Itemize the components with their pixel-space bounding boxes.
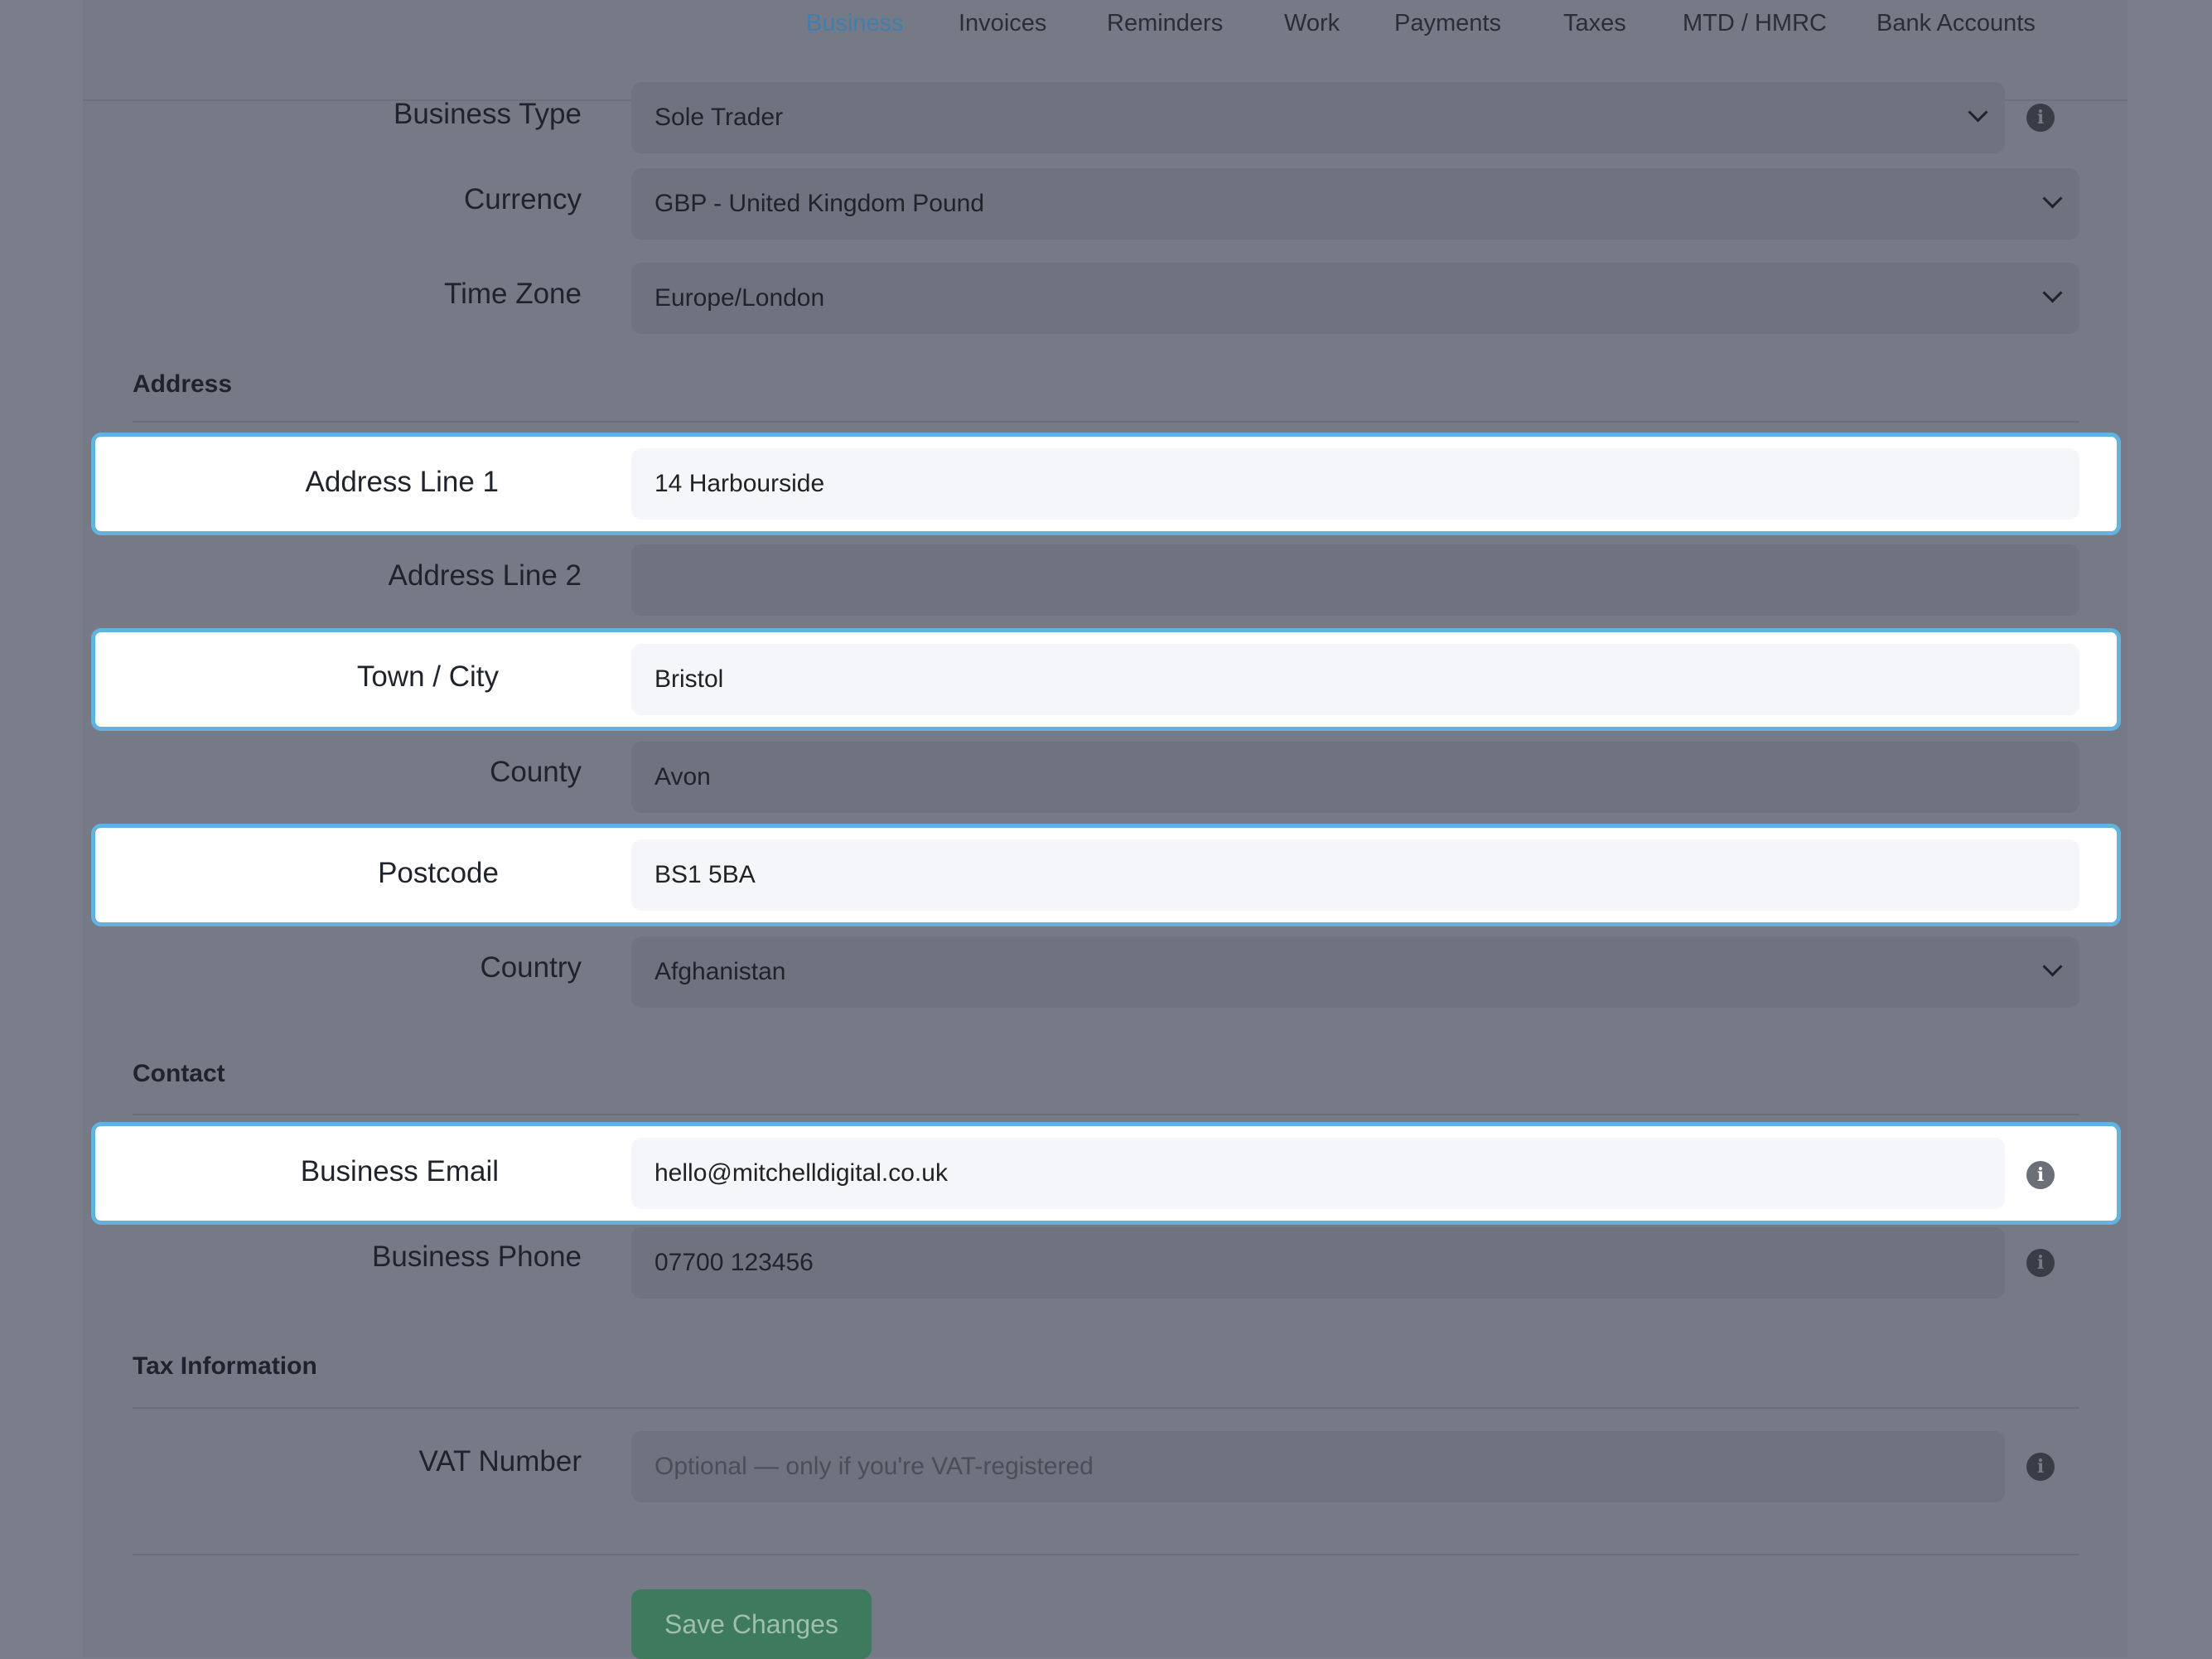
address-line2-label: Address Line 2 (388, 559, 582, 592)
town-city-value: Bristol (654, 665, 724, 693)
business-email-label: Business Email (300, 1155, 499, 1187)
postcode-row: Postcode BS1 5BA (91, 824, 2121, 926)
address-line1-input[interactable]: 14 Harbourside (631, 448, 2079, 520)
chevron-down-icon (1968, 102, 1988, 123)
postcode-value: BS1 5BA (654, 861, 756, 888)
info-icon[interactable]: i (2026, 1453, 2055, 1481)
tab-bank-accounts[interactable]: Bank Accounts (1876, 10, 2036, 37)
business-type-value: Sole Trader (654, 104, 784, 131)
tab-business[interactable]: Business (806, 10, 904, 37)
tab-mtd-hmrc[interactable]: MTD / HMRC (1683, 10, 1827, 37)
town-city-input[interactable]: Bristol (631, 644, 2079, 715)
county-value: Avon (654, 763, 711, 791)
address-line1-value: 14 Harbourside (654, 470, 825, 497)
business-type-select[interactable]: Sole Trader (631, 82, 2005, 153)
section-divider (133, 1554, 2079, 1555)
info-icon[interactable]: i (2026, 104, 2055, 132)
country-value: Afghanistan (654, 958, 786, 985)
business-phone-value: 07700 123456 (654, 1249, 814, 1276)
address-line2-input[interactable] (631, 544, 2079, 616)
tab-taxes[interactable]: Taxes (1563, 10, 1626, 37)
info-icon[interactable]: i (2026, 1161, 2055, 1189)
tab-work[interactable]: Work (1284, 10, 1340, 37)
business-email-value: hello@mitchelldigital.co.uk (654, 1159, 948, 1187)
currency-select[interactable]: GBP - United Kingdom Pound (631, 168, 2079, 239)
address-line1-row: Address Line 1 14 Harbourside (91, 433, 2121, 535)
vat-number-placeholder: Optional — only if you're VAT-registered (654, 1453, 1094, 1480)
tax-section-title: Tax Information (133, 1352, 317, 1380)
tab-invoices[interactable]: Invoices (959, 10, 1046, 37)
postcode-input[interactable]: BS1 5BA (631, 839, 2079, 911)
info-icon[interactable]: i (2026, 1249, 2055, 1277)
tab-reminders[interactable]: Reminders (1107, 10, 1223, 37)
address-line1-label: Address Line 1 (305, 466, 499, 498)
contact-section-title: Contact (133, 1060, 225, 1087)
chevron-down-icon (2042, 188, 2063, 209)
vat-number-label: VAT Number (418, 1445, 582, 1478)
time-zone-label: Time Zone (444, 278, 582, 310)
section-divider (133, 421, 2079, 423)
save-changes-button[interactable]: Save Changes (631, 1589, 872, 1659)
county-label: County (490, 756, 582, 788)
section-divider (133, 1407, 2079, 1409)
town-city-row: Town / City Bristol (91, 628, 2121, 731)
town-city-label: Town / City (356, 660, 499, 693)
business-phone-label: Business Phone (372, 1241, 582, 1273)
country-select[interactable]: Afghanistan (631, 936, 2079, 1008)
county-input[interactable]: Avon (631, 742, 2079, 813)
time-zone-select[interactable]: Europe/London (631, 263, 2079, 334)
business-type-label: Business Type (394, 98, 582, 130)
currency-label: Currency (464, 183, 582, 215)
vat-number-input[interactable]: Optional — only if you're VAT-registered (631, 1431, 2005, 1502)
postcode-label: Postcode (378, 857, 499, 889)
currency-value: GBP - United Kingdom Pound (654, 190, 985, 217)
tab-payments[interactable]: Payments (1394, 10, 1501, 37)
chevron-down-icon (2042, 283, 2063, 303)
address-section-title: Address (133, 370, 233, 398)
business-email-input[interactable]: hello@mitchelldigital.co.uk (631, 1138, 2005, 1209)
business-email-row: Business Email hello@mitchelldigital.co.… (91, 1122, 2121, 1225)
time-zone-value: Europe/London (654, 284, 825, 312)
country-label: Country (480, 951, 582, 984)
chevron-down-icon (2042, 956, 2063, 977)
business-phone-input[interactable]: 07700 123456 (631, 1227, 2005, 1299)
section-divider (133, 1114, 2079, 1115)
